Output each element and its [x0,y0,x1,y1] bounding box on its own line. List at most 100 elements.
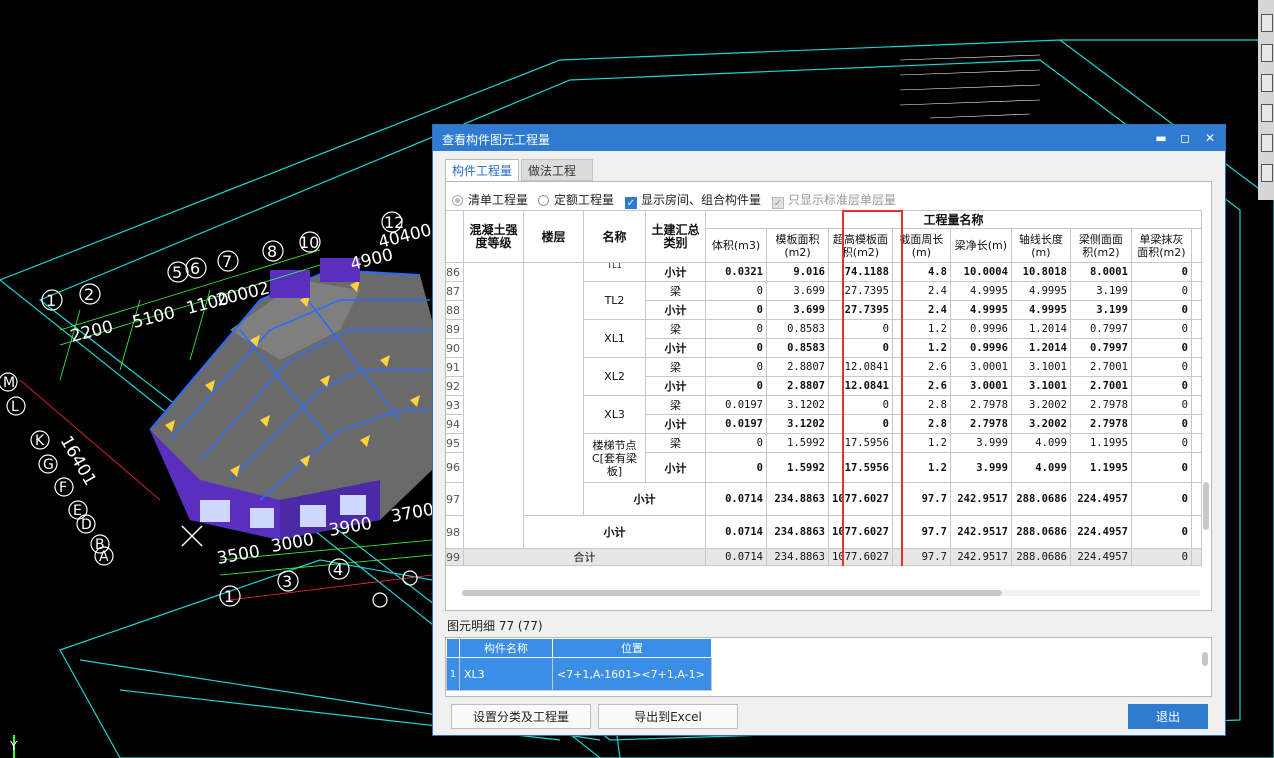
value-cell[interactable]: 2.6 [891,357,951,377]
value-cell[interactable]: 234.8863 [766,515,829,549]
value-cell[interactable]: 1077.6027 [828,515,893,549]
table-row[interactable]: 86 TL1 小计 0.0321 9.016 74.1188 4.8 10.0004 10.80… [446,262,1202,549]
value-cell[interactable]: 1.2 [891,338,951,358]
value-cell[interactable]: 3.1202 [766,395,829,415]
col-category[interactable]: 土建汇总类别 [645,210,706,263]
value-cell[interactable]: 288.0686 [1010,482,1071,516]
col-quantity-2[interactable]: 超高模板面积(m2) [828,228,893,263]
value-cell[interactable]: 0 [1130,262,1192,282]
value-cell[interactable]: 4.9995 [949,300,1012,320]
value-cell[interactable]: 0 [705,281,767,301]
value-cell[interactable]: 234.8863 [766,548,829,566]
value-cell[interactable]: 0.0714 [705,482,767,516]
value-cell[interactable]: 2.7001 [1069,357,1132,377]
detail-col-name[interactable]: 构件名称 [459,638,553,658]
value-cell[interactable]: 0 [705,319,767,339]
toolbar-button[interactable] [1261,104,1273,122]
category-cell[interactable]: 梁 [645,433,706,453]
value-cell[interactable]: 3.1202 [766,414,829,434]
value-cell[interactable]: 288.0686 [1010,548,1071,566]
detail-scrollbar[interactable] [1202,652,1208,666]
col-concrete-grade[interactable]: 混凝土强度等级 [463,210,524,263]
value-cell[interactable]: 0 [1130,281,1192,301]
minimize-button[interactable]: ▬ [1151,128,1171,148]
toolbar-button[interactable] [1261,14,1273,32]
toolbar-button[interactable] [1261,164,1273,182]
category-cell[interactable]: 梁 [645,281,706,301]
value-cell[interactable]: 0 [705,376,767,396]
value-cell[interactable]: 0.0714 [705,548,767,566]
value-cell[interactable]: 1.1995 [1069,433,1132,453]
maximize-button[interactable]: ◻ [1175,128,1195,148]
category-cell[interactable]: 小计 [645,262,706,282]
value-cell[interactable]: 288.0686 [1010,515,1071,549]
value-cell[interactable]: 0.0321 [705,262,767,282]
col-quantity-7[interactable]: 单梁抹灰面积(m2) [1130,228,1192,263]
value-cell[interactable]: 2.8807 [766,357,829,377]
value-cell[interactable]: 0 [705,433,767,453]
radio-quota-quantity[interactable]: 定额工程量 [538,192,614,208]
detail-cell-position[interactable]: <7+1,A-1601><7+1,A-1> [552,657,712,691]
value-cell[interactable]: 224.4957 [1069,482,1132,516]
name-cell[interactable]: 楼梯节点C[套有梁板] [583,433,646,483]
value-cell[interactable]: 10.8018 [1010,262,1071,282]
category-cell[interactable]: 小计 [645,338,706,358]
value-cell[interactable]: 0.8583 [766,319,829,339]
value-cell[interactable]: 0.0197 [705,414,767,434]
value-cell[interactable]: 0 [1130,515,1192,549]
value-cell[interactable]: 1.2 [891,433,951,453]
scrollbar-thumb[interactable] [462,590,1002,596]
value-cell[interactable]: 1077.6027 [828,482,893,516]
value-cell[interactable]: 1.2014 [1010,319,1071,339]
dialog-titlebar[interactable]: 查看构件图元工程量 ▬ ◻ ✕ [433,125,1225,151]
value-cell[interactable]: 0 [705,338,767,358]
value-cell[interactable]: 0.0197 [705,395,767,415]
value-cell[interactable]: 12.0841 [828,357,893,377]
category-cell[interactable]: 小计 [645,376,706,396]
value-cell[interactable]: 4.9995 [1010,300,1071,320]
category-cell[interactable]: 小计 [645,452,706,483]
value-cell[interactable]: 3.999 [949,433,1012,453]
value-cell[interactable]: 27.7395 [828,281,893,301]
value-cell[interactable]: 0 [1130,482,1192,516]
exit-button[interactable]: 退出 [1128,704,1208,729]
value-cell[interactable]: 4.9995 [949,281,1012,301]
value-cell[interactable]: 17.5956 [828,452,893,483]
value-cell[interactable]: 0 [828,338,893,358]
name-cell[interactable]: XL3 [583,395,646,434]
value-cell[interactable]: 4.099 [1010,433,1071,453]
value-cell[interactable]: 10.0004 [949,262,1012,282]
value-cell[interactable]: 0.0714 [705,515,767,549]
value-cell[interactable]: 1.2014 [1010,338,1071,358]
value-cell[interactable]: 3.0001 [949,357,1012,377]
toolbar-button[interactable] [1261,44,1273,62]
tab-component-quantity[interactable]: 构件工程量 [445,159,519,181]
col-quantity-4[interactable]: 梁净长(m) [949,228,1012,263]
value-cell[interactable]: 0 [828,414,893,434]
value-cell[interactable]: 0 [705,300,767,320]
value-cell[interactable]: 3.2002 [1010,395,1071,415]
value-cell[interactable]: 2.7001 [1069,376,1132,396]
value-cell[interactable]: 4.9995 [1010,281,1071,301]
value-cell[interactable]: 8.0001 [1069,262,1132,282]
value-cell[interactable]: 3.1001 [1010,357,1071,377]
name-cell[interactable]: XL1 [583,319,646,358]
value-cell[interactable]: 224.4957 [1069,548,1132,566]
radio-list-quantity[interactable]: 清单工程量 [452,192,528,208]
value-cell[interactable]: 0 [705,452,767,483]
value-cell[interactable]: 3.2002 [1010,414,1071,434]
detail-cell-name[interactable]: XL3 [459,657,553,691]
col-quantity-1[interactable]: 模板面积(m2) [766,228,829,263]
value-cell[interactable]: 2.4 [891,300,951,320]
total-row[interactable]: 99 合计 0.0714 234.8863 1077.6027 97.7 242.9517 2… [446,548,1202,566]
close-button[interactable]: ✕ [1200,128,1220,148]
value-cell[interactable]: 4.8 [891,262,951,282]
value-cell[interactable]: 2.6 [891,376,951,396]
category-cell[interactable]: 梁 [645,395,706,415]
name-cell[interactable]: XL2 [583,357,646,396]
value-cell[interactable]: 2.4 [891,281,951,301]
value-cell[interactable]: 17.5956 [828,433,893,453]
vertical-scrollbar[interactable] [1203,482,1209,530]
toolbar-button[interactable] [1261,134,1273,152]
value-cell[interactable]: 1.5992 [766,433,829,453]
